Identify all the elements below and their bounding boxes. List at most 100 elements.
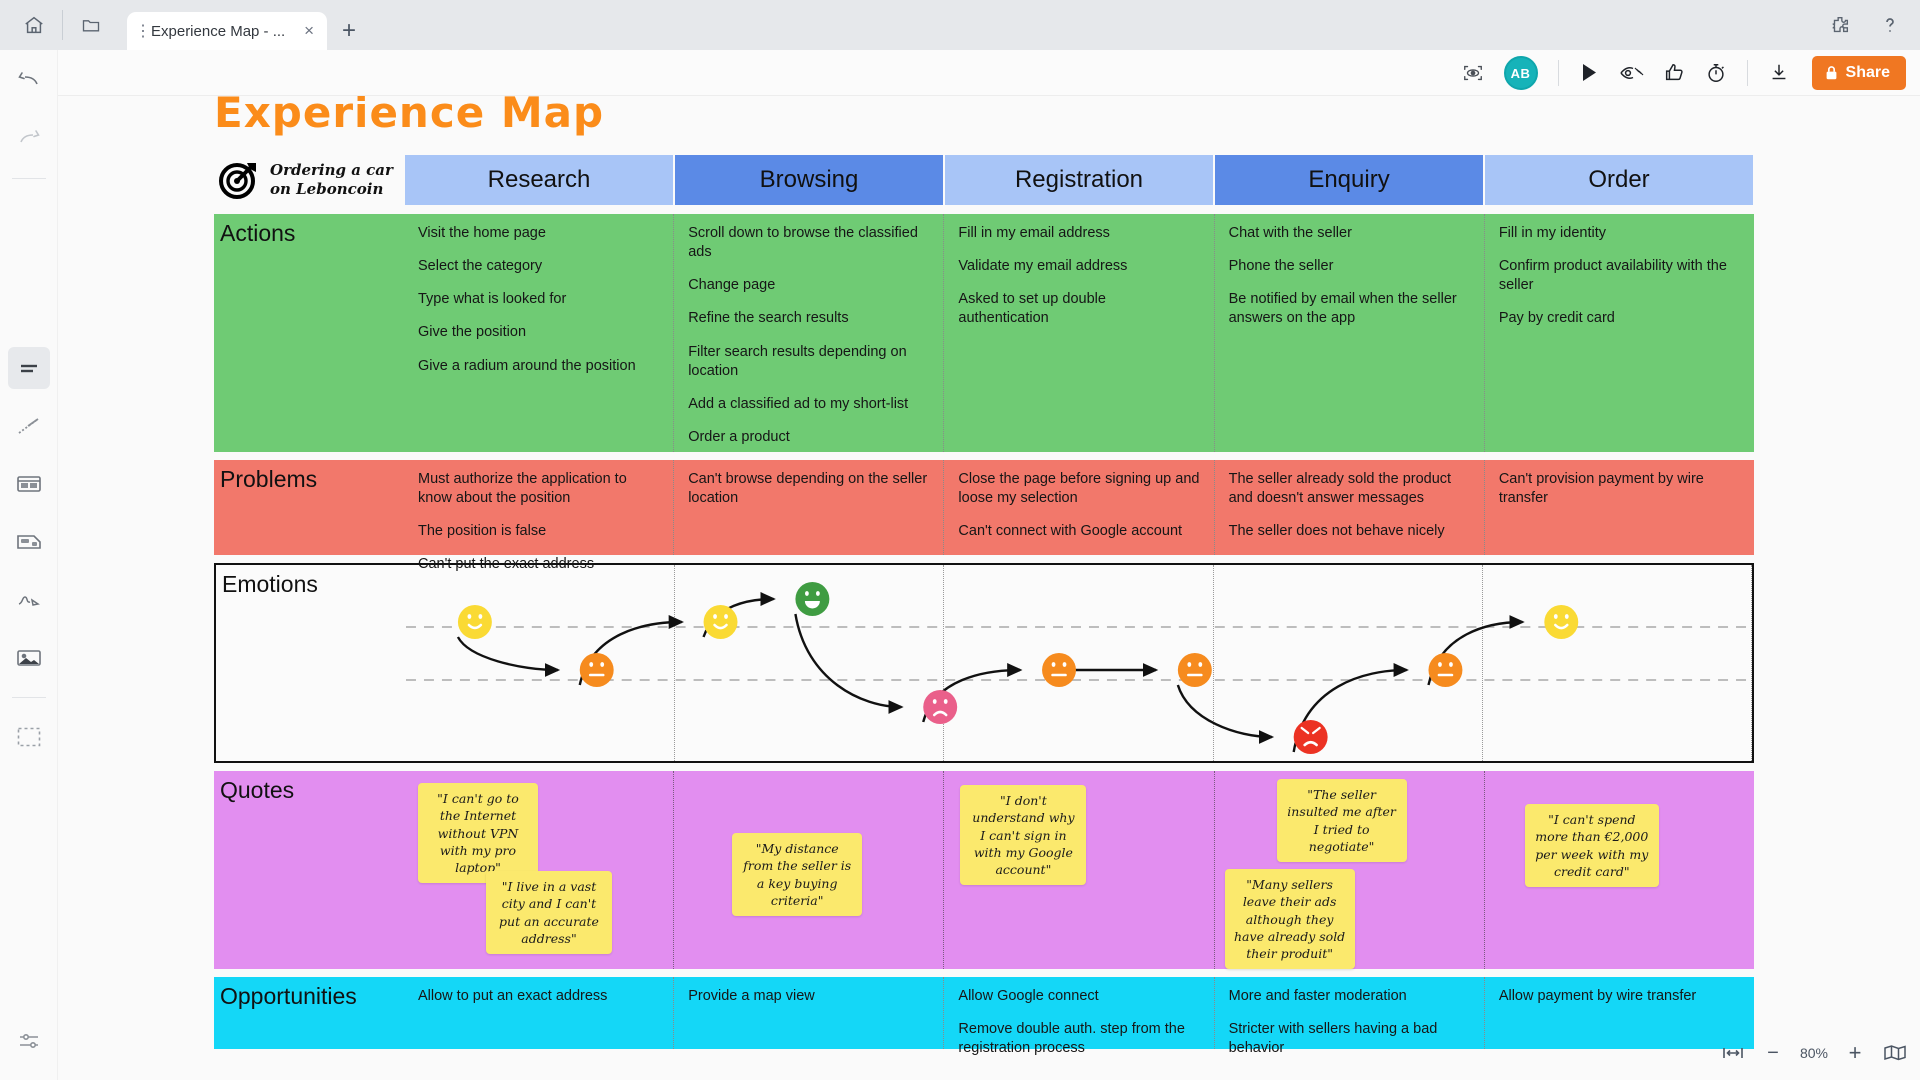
- cell-item: Phone the seller: [1228, 258, 1334, 275]
- left-tool-rail: [0, 50, 58, 1080]
- share-button[interactable]: Share: [1811, 56, 1906, 90]
- zoom-in-button[interactable]: +: [1842, 1040, 1868, 1066]
- row-problems: Problems Must authorize the application …: [214, 460, 1754, 572]
- column-header-order[interactable]: Order: [1484, 154, 1754, 206]
- folder-icon[interactable]: [63, 0, 119, 50]
- quote-note[interactable]: "I can't go to the Internet without VPN …: [418, 783, 538, 884]
- dashed-frame-icon[interactable]: [8, 716, 50, 758]
- cell-item: Type what is looked for: [418, 291, 567, 308]
- quote-col-enquiry: "The seller insulted me after I tried to…: [1215, 771, 1485, 970]
- cell-item: Can't browse depending on the seller loc…: [688, 471, 928, 507]
- tab-bar-actions: [1818, 0, 1912, 50]
- cell-item: Fill in my identity: [1498, 225, 1606, 241]
- brand-line-1: Ordering a car: [270, 161, 393, 180]
- experience-map-board: Ordering a car on Leboncoin Research Bro…: [214, 154, 1754, 1056]
- emotion-face-neutral[interactable]: [579, 653, 614, 687]
- question-mark-icon[interactable]: [1868, 3, 1912, 47]
- timer-icon[interactable]: [1697, 54, 1735, 92]
- avatar[interactable]: AB: [1503, 56, 1538, 90]
- cell-item: Remove double auth. step from the regist…: [958, 1021, 1185, 1057]
- cell-item: Select the category: [418, 258, 543, 275]
- emotion-face-happy[interactable]: [703, 605, 738, 639]
- settings-slider-icon[interactable]: [8, 1020, 50, 1062]
- emotion-face-neutral[interactable]: [1428, 653, 1463, 687]
- new-tab-button[interactable]: +: [327, 12, 371, 50]
- cell-item: Asked to set up double authentication: [958, 291, 1106, 327]
- frame-tool-icon[interactable]: [8, 463, 50, 505]
- page-title: Experience Map: [214, 96, 605, 137]
- column-header-enquiry[interactable]: Enquiry: [1214, 154, 1484, 206]
- row-emotions-cells: [406, 565, 1753, 761]
- cell-opportunities-registration[interactable]: Allow Google connect Remove double auth. …: [944, 977, 1215, 1056]
- cell-problems-browsing[interactable]: Can't browse depending on the seller loc…: [674, 460, 945, 555]
- line-tool-icon[interactable]: [8, 405, 50, 447]
- puzzle-icon[interactable]: [1818, 3, 1862, 47]
- row-quotes: Quotes "I can't go to the Internet witho…: [214, 771, 1754, 970]
- fit-width-icon[interactable]: [1720, 1040, 1746, 1066]
- emotion-face-very-happy[interactable]: [795, 582, 830, 616]
- sticky-note-icon[interactable]: [8, 521, 50, 563]
- cell-opportunities-research[interactable]: Allow to put an exact address: [404, 977, 675, 1049]
- cell-problems-enquiry[interactable]: The seller already sold the product and …: [1215, 460, 1485, 555]
- board-brand: Ordering a car on Leboncoin: [214, 154, 404, 206]
- quote-note[interactable]: "My distance from the seller is a key bu…: [732, 833, 863, 916]
- row-label-quotes: Quotes: [220, 777, 295, 803]
- cell-opportunities-browsing[interactable]: Provide a map view: [674, 977, 945, 1049]
- row-actions-cells: Visit the home page Select the category Ty…: [404, 214, 1754, 452]
- cell-actions-registration[interactable]: Fill in my email address Validate my emai…: [944, 214, 1215, 452]
- redo-arrow-icon[interactable]: [8, 118, 50, 160]
- undo-arrow-icon[interactable]: [8, 60, 50, 102]
- cell-actions-research[interactable]: Visit the home page Select the category Ty…: [404, 214, 675, 452]
- emotion-face-happy[interactable]: [1544, 605, 1579, 639]
- quote-note[interactable]: "Many sellers leave their ads although t…: [1224, 869, 1355, 970]
- cell-actions-enquiry[interactable]: Chat with the seller Phone the seller Be n…: [1215, 214, 1485, 452]
- browser-tab[interactable]: ⋮ Experience Map - ... ×: [127, 12, 327, 50]
- text-tool-icon[interactable]: [7, 347, 50, 389]
- emotion-face-happy[interactable]: [457, 605, 492, 639]
- emotion-connector: [1176, 684, 1275, 744]
- row-opportunities-cells: Allow to put an exact address Provide a …: [404, 977, 1754, 1056]
- emotion-face-neutral[interactable]: [1177, 653, 1212, 687]
- quote-note[interactable]: "The seller insulted me after I tried to…: [1276, 779, 1407, 862]
- emotion-face-neutral[interactable]: [1042, 653, 1077, 687]
- app-toolbar: AB Share: [0, 50, 1920, 96]
- column-header-row: Ordering a car on Leboncoin Research Bro…: [214, 154, 1754, 206]
- column-header-registration[interactable]: Registration: [944, 154, 1214, 206]
- pen-draw-icon[interactable]: [8, 579, 50, 621]
- cell-opportunities-order[interactable]: Allow payment by wire transfer: [1485, 977, 1754, 1049]
- quote-note[interactable]: "I don't understand why I can't sign in …: [960, 785, 1087, 886]
- cursor-play-icon[interactable]: [1571, 54, 1609, 92]
- thumbs-up-icon[interactable]: [1655, 54, 1693, 92]
- emotion-journey-curve: [406, 582, 1752, 754]
- kebab-menu-icon[interactable]: ⋮: [135, 23, 151, 39]
- zoom-out-button[interactable]: −: [1760, 1040, 1786, 1066]
- screen-capture-icon[interactable]: [1454, 54, 1492, 92]
- row-label-actions: Actions: [220, 220, 296, 246]
- quote-note[interactable]: "I live in a vast city and I can't put a…: [486, 871, 612, 954]
- row-label-problems: Problems: [220, 466, 318, 492]
- cell-problems-order[interactable]: Can't provision payment by wire transfer: [1485, 460, 1754, 555]
- image-icon[interactable]: [8, 637, 50, 679]
- close-icon[interactable]: ×: [301, 21, 317, 41]
- row-emotions: Emotions: [214, 563, 1754, 763]
- minimap-icon[interactable]: [1882, 1040, 1908, 1066]
- emotion-face-angry[interactable]: [1293, 720, 1328, 754]
- target-dart-icon: [219, 163, 256, 199]
- quote-note[interactable]: "I can't spend more than €2,000 per week…: [1524, 804, 1659, 887]
- home-icon[interactable]: [6, 0, 62, 50]
- column-header-browsing[interactable]: Browsing: [674, 154, 944, 206]
- board-canvas[interactable]: Experience Map Ordering a car on Lebonco…: [58, 96, 1920, 1080]
- cell-actions-order[interactable]: Fill in my identity Confirm product avail…: [1485, 214, 1754, 452]
- emotion-face-sad[interactable]: [923, 690, 958, 724]
- cell-item: The seller already sold the product and …: [1228, 471, 1452, 507]
- cell-opportunities-enquiry[interactable]: More and faster moderation Stricter with …: [1215, 977, 1485, 1056]
- download-icon[interactable]: [1760, 54, 1798, 92]
- row-opportunities: Opportunities Allow to put an exact addr…: [214, 977, 1754, 1056]
- eye-presentation-icon[interactable]: [1613, 54, 1651, 92]
- cell-problems-registration[interactable]: Close the page before signing up and loo…: [944, 460, 1215, 555]
- cell-item: Refine the search results: [688, 310, 849, 327]
- column-header-research[interactable]: Research: [404, 154, 674, 206]
- cell-actions-browsing[interactable]: Scroll down to browse the classified ads…: [674, 214, 945, 452]
- cell-problems-research[interactable]: Must authorize the application to know a…: [404, 460, 675, 572]
- row-label-opportunities: Opportunities: [220, 983, 357, 1009]
